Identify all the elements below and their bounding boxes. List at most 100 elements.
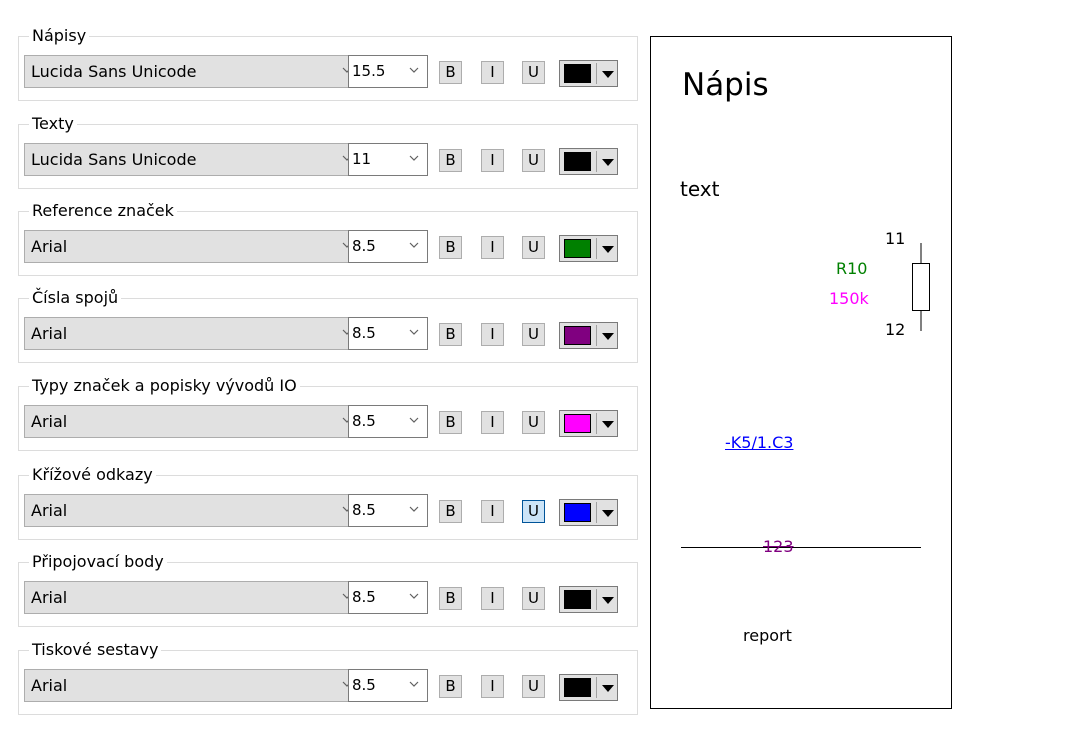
color-picker-divider (596, 325, 597, 346)
group-label: Reference značek (29, 201, 177, 221)
color-picker[interactable] (559, 674, 618, 701)
preview-report: report (743, 626, 792, 645)
preview-cross-ref: -K5/1.C3 (725, 433, 794, 452)
group-krizove-odkazy: Křížové odkazy Arial 8.5 B I U (18, 465, 638, 540)
chevron-down-icon (409, 506, 419, 512)
size-select[interactable]: 15.5 (348, 55, 428, 88)
size-select-value: 8.5 (352, 324, 376, 342)
font-select[interactable]: Arial (24, 405, 361, 438)
group-label: Typy značek a popisky vývodů IO (29, 376, 300, 396)
italic-button[interactable]: I (481, 149, 504, 172)
italic-button[interactable]: I (481, 61, 504, 84)
font-select[interactable]: Arial (24, 581, 361, 614)
bold-button[interactable]: B (439, 500, 462, 523)
underline-button[interactable]: U (522, 411, 545, 434)
size-select[interactable]: 8.5 (348, 405, 428, 438)
underline-button[interactable]: U (522, 236, 545, 259)
size-select-value: 15.5 (352, 62, 386, 80)
color-picker-divider (596, 677, 597, 698)
size-select[interactable]: 8.5 (348, 494, 428, 527)
italic-button[interactable]: I (481, 675, 504, 698)
chevron-down-icon (409, 155, 419, 161)
group-pripojovaci-body: Připojovací body Arial 8.5 B I U (18, 552, 638, 627)
preview-ref: R10 (836, 259, 868, 278)
group-label: Texty (29, 114, 77, 134)
dropdown-arrow-icon (602, 333, 614, 340)
size-select-value: 8.5 (352, 588, 376, 606)
underline-button[interactable]: U (522, 587, 545, 610)
italic-button[interactable]: I (481, 587, 504, 610)
dropdown-arrow-icon (602, 421, 614, 428)
color-swatch (564, 414, 591, 433)
dropdown-arrow-icon (602, 159, 614, 166)
color-swatch (564, 326, 591, 345)
size-select-value: 8.5 (352, 237, 376, 255)
italic-button[interactable]: I (481, 323, 504, 346)
size-select[interactable]: 11 (348, 143, 428, 176)
color-picker-divider (596, 502, 597, 523)
bold-button[interactable]: B (439, 587, 462, 610)
size-select[interactable]: 8.5 (348, 581, 428, 614)
color-picker[interactable] (559, 148, 618, 175)
group-label: Nápisy (29, 26, 90, 46)
font-select[interactable]: Arial (24, 494, 361, 527)
font-select[interactable]: Arial (24, 317, 361, 350)
font-select-value: Arial (31, 501, 68, 520)
color-swatch (564, 152, 591, 171)
font-select-value: Arial (31, 588, 68, 607)
size-select[interactable]: 8.5 (348, 317, 428, 350)
italic-button[interactable]: I (481, 236, 504, 259)
group-texty: Texty Lucida Sans Unicode 11 B I U (18, 114, 638, 189)
size-select[interactable]: 8.5 (348, 669, 428, 702)
color-swatch (564, 239, 591, 258)
color-picker[interactable] (559, 60, 618, 87)
group-label: Křížové odkazy (29, 465, 156, 485)
color-picker[interactable] (559, 322, 618, 349)
bold-button[interactable]: B (439, 323, 462, 346)
font-select[interactable]: Arial (24, 669, 361, 702)
underline-button[interactable]: U (522, 149, 545, 172)
group-reference-znacek: Reference značek Arial 8.5 B I U (18, 201, 638, 276)
size-select[interactable]: 8.5 (348, 230, 428, 263)
underline-button[interactable]: U (522, 323, 545, 346)
font-select[interactable]: Lucida Sans Unicode (24, 143, 361, 176)
italic-button[interactable]: I (481, 500, 504, 523)
color-picker-divider (596, 151, 597, 172)
dropdown-arrow-icon (602, 246, 614, 253)
dropdown-arrow-icon (602, 510, 614, 517)
underline-button[interactable]: U (522, 500, 545, 523)
font-select[interactable]: Arial (24, 230, 361, 263)
underline-button[interactable]: U (522, 61, 545, 84)
dropdown-arrow-icon (602, 685, 614, 692)
preview-value: 150k (829, 289, 869, 308)
group-label: Čísla spojů (29, 288, 122, 308)
italic-button[interactable]: I (481, 411, 504, 434)
chevron-down-icon (409, 593, 419, 599)
font-select[interactable]: Lucida Sans Unicode (24, 55, 361, 88)
preview-text: text (680, 177, 720, 201)
group-label: Tiskové sestavy (29, 640, 162, 660)
bold-button[interactable]: B (439, 411, 462, 434)
color-picker[interactable] (559, 586, 618, 613)
bold-button[interactable]: B (439, 149, 462, 172)
bold-button[interactable]: B (439, 675, 462, 698)
color-picker[interactable] (559, 410, 618, 437)
preview-pin-bottom: 12 (885, 320, 906, 339)
bold-button[interactable]: B (439, 236, 462, 259)
font-select-value: Arial (31, 676, 68, 695)
color-picker[interactable] (559, 499, 618, 526)
bold-button[interactable]: B (439, 61, 462, 84)
chevron-down-icon (409, 242, 419, 248)
font-select-value: Arial (31, 237, 68, 256)
preview-pin-top: 11 (885, 229, 906, 248)
underline-button[interactable]: U (522, 675, 545, 698)
chevron-down-icon (409, 67, 419, 73)
color-picker-divider (596, 63, 597, 84)
preview-wire-number: 123 (763, 537, 794, 556)
font-select-value: Lucida Sans Unicode (31, 62, 197, 81)
color-swatch (564, 678, 591, 697)
color-picker[interactable] (559, 235, 618, 262)
dropdown-arrow-icon (602, 597, 614, 604)
color-picker-divider (596, 589, 597, 610)
group-tiskove-sestavy: Tiskové sestavy Arial 8.5 B I U (18, 640, 638, 715)
